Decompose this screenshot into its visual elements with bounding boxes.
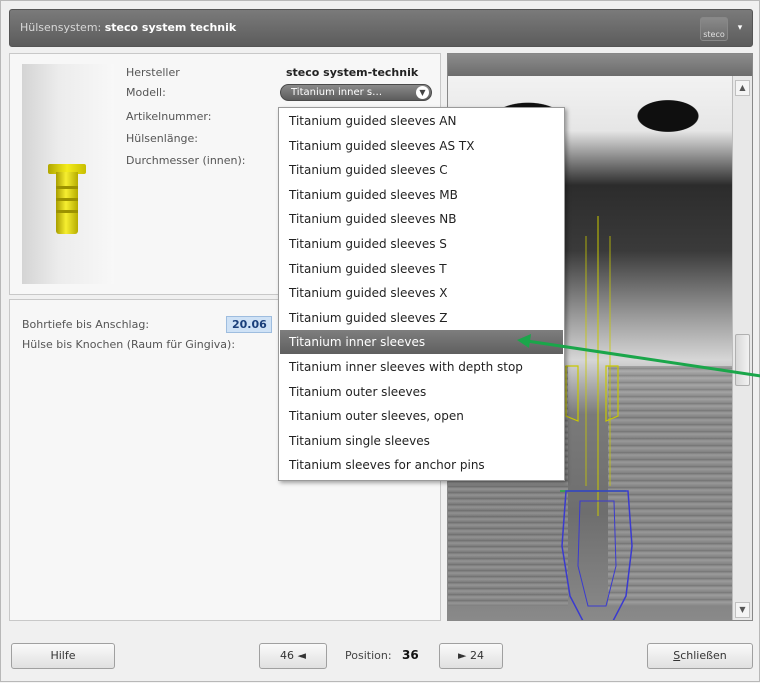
chevron-down-icon[interactable]: ▾ — [734, 23, 746, 35]
close-button[interactable]: Schließen — [647, 643, 753, 669]
dropdown-option[interactable]: Titanium sleeves for anchor pins — [280, 453, 563, 477]
dropdown-option[interactable]: Titanium guided sleeves MB — [280, 183, 563, 207]
dropdown-option[interactable]: Titanium guided sleeves NB — [280, 207, 563, 231]
implant-inner-outline — [577, 500, 617, 607]
title-system-name: steco system technik — [104, 21, 237, 34]
viewer-header — [448, 54, 752, 76]
artikelnummer-label: Artikelnummer: — [126, 110, 212, 123]
dropdown-option[interactable]: Titanium guided sleeves AS TX — [280, 134, 563, 158]
help-button[interactable]: Hilfe — [11, 643, 115, 669]
modell-label: Modell: — [126, 86, 166, 99]
dropdown-option[interactable]: Titanium guided sleeves T — [280, 257, 563, 281]
steco-logo-icon[interactable]: steco — [700, 17, 728, 41]
next-button[interactable]: ► 24 — [439, 643, 503, 669]
bohrtiefe-label: Bohrtiefe bis Anschlag: — [22, 318, 150, 331]
dropdown-option[interactable]: Titanium inner sleeves with depth stop — [280, 355, 563, 379]
position-value: 36 — [402, 648, 419, 662]
sleeve-ring — [56, 186, 78, 189]
title-bar: Hülsensystem: steco system technik steco… — [9, 9, 753, 47]
model-select[interactable]: Titanium inner s… ▼ — [280, 84, 432, 101]
scroll-down-icon[interactable]: ▼ — [735, 602, 750, 618]
dropdown-option[interactable]: Titanium guided sleeves X — [280, 281, 563, 305]
implant-outline — [561, 490, 633, 620]
previous-button[interactable]: 46 ◄ — [259, 643, 327, 669]
model-select-value: Titanium inner s… — [291, 87, 383, 98]
window-title: Hülsensystem: steco system technik — [20, 21, 236, 34]
sleeve-3d-body — [56, 172, 78, 234]
scroll-up-icon[interactable]: ▲ — [735, 80, 750, 96]
durchmesser-label: Durchmesser (innen): — [126, 154, 246, 167]
hersteller-label: Hersteller — [126, 66, 180, 79]
sleeve-outline-left — [565, 365, 579, 422]
sleeve-preview — [22, 64, 114, 284]
sleeve-outline-right — [605, 365, 619, 422]
dropdown-option[interactable]: Titanium guided sleeves S — [280, 232, 563, 256]
model-dropdown-list[interactable]: Titanium guided sleeves AN Titanium guide… — [278, 107, 565, 481]
sleeve-ring — [56, 210, 78, 213]
position-label: Position: — [345, 649, 392, 662]
dropdown-option[interactable]: Titanium inner sleeves — [280, 330, 563, 355]
sleeve-ring — [56, 198, 78, 201]
vertical-scrollbar[interactable]: ▲ ▼ — [732, 76, 752, 620]
huelsenlaenge-label: Hülsenlänge: — [126, 132, 198, 145]
scroll-thumb[interactable] — [735, 334, 750, 386]
dropdown-option[interactable]: Titanium guided sleeves C — [280, 158, 563, 182]
dropdown-option[interactable]: Titanium guided sleeves AN — [280, 109, 563, 133]
huelse-bis-knochen-label: Hülse bis Knochen (Raum für Gingiva): — [22, 338, 236, 351]
dropdown-option[interactable]: Titanium outer sleeves, open — [280, 404, 563, 428]
dropdown-option[interactable]: Titanium outer sleeves — [280, 380, 563, 404]
hersteller-value: steco system-technik — [286, 66, 419, 79]
title-prefix: Hülsensystem: — [20, 21, 102, 34]
bohrtiefe-input[interactable]: 20.06 — [226, 316, 272, 333]
dropdown-option[interactable]: Titanium guided sleeves Z — [280, 306, 563, 330]
sleeve-dialog: Hülsensystem: steco system technik steco… — [0, 0, 760, 682]
chevron-down-icon[interactable]: ▼ — [416, 86, 429, 99]
dropdown-option[interactable]: Titanium single sleeves — [280, 429, 563, 453]
